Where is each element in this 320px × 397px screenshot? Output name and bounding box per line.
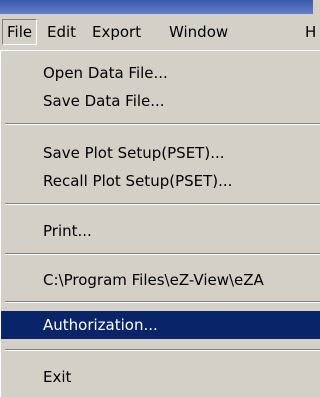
menu-window[interactable]: Window: [169, 20, 228, 44]
menu-item-open-data-file[interactable]: Open Data File...: [1, 59, 320, 87]
menu-item-label: Print...: [43, 222, 92, 240]
menu-item-label: Recall Plot Setup(PSET)...: [43, 172, 233, 190]
menu-separator: [5, 253, 320, 255]
menu-separator: [5, 203, 320, 205]
menu-item-exit[interactable]: Exit: [1, 363, 320, 391]
menu-separator: [5, 123, 320, 125]
menu-item-recall-plot-setup[interactable]: Recall Plot Setup(PSET)...: [1, 167, 320, 195]
menu-item-label: Open Data File...: [43, 64, 168, 82]
menu-item-label: Exit: [43, 368, 72, 386]
window-title-bar-strip: [0, 0, 313, 14]
menu-separator: [5, 301, 320, 303]
menu-item-save-data-file[interactable]: Save Data File...: [1, 87, 320, 115]
menu-file[interactable]: File: [2, 19, 38, 45]
menu-edit[interactable]: Edit: [47, 20, 76, 44]
menu-item-label: Save Data File...: [43, 92, 165, 110]
menu-item-save-plot-setup[interactable]: Save Plot Setup(PSET)...: [1, 139, 320, 167]
file-menu-dropdown: Open Data File... Save Data File... Save…: [0, 50, 320, 397]
menu-separator: [5, 349, 320, 351]
menu-help[interactable]: H: [305, 20, 316, 44]
menu-export[interactable]: Export: [92, 20, 141, 44]
menu-item-print[interactable]: Print...: [1, 217, 320, 245]
menu-bar: File Edit Export Window H: [0, 14, 316, 48]
menu-item-recent-file[interactable]: C:\Program Files\eZ-View\eZA: [1, 266, 320, 294]
menu-item-authorization[interactable]: Authorization...: [1, 311, 320, 339]
menu-item-label: Authorization...: [43, 316, 158, 334]
menu-item-label: C:\Program Files\eZ-View\eZA: [43, 271, 264, 289]
menu-item-label: Save Plot Setup(PSET)...: [43, 144, 225, 162]
